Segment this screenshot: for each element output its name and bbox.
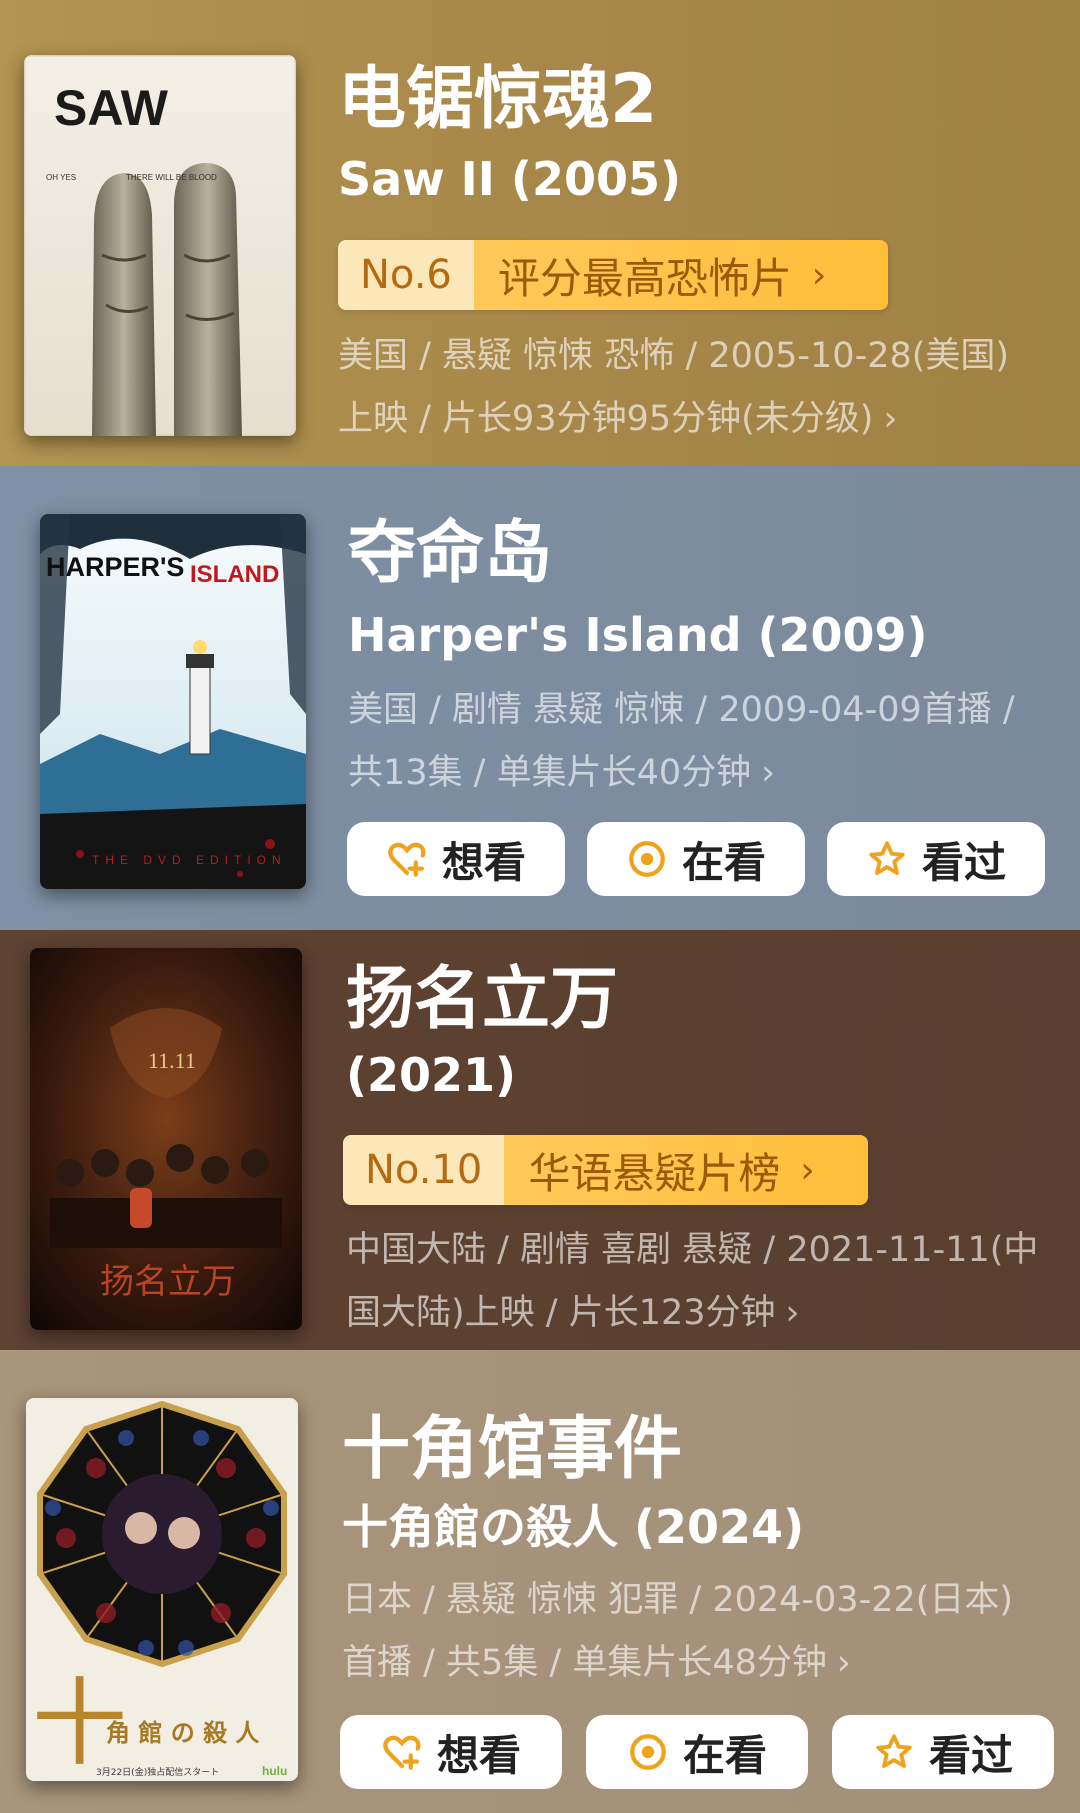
ymlw-poster-calligraphy: 扬名立万: [100, 1262, 236, 1302]
decagon-poster-art: 十 角 館 の 殺 人 hulu 3月22日(金)独占配信スタート: [26, 1398, 298, 1781]
rank-label-text: 评分最高恐怖片: [497, 253, 792, 303]
want-to-watch-button[interactable]: 想看: [340, 1715, 562, 1789]
saw-poster-art: SAW OH YES THERE WILL BE BLOOD: [24, 55, 296, 436]
movie-meta[interactable]: 美国 / 剧情 悬疑 惊悚 / 2009-04-09首播 / 共13集 / 单集…: [348, 679, 1028, 805]
watching-label: 在看: [682, 1730, 767, 1780]
want-to-watch-label: 想看: [441, 837, 526, 887]
watched-label: 看过: [928, 1730, 1013, 1780]
movie-card-saw2[interactable]: SAW OH YES THERE WILL BE BLOOD 电锯惊魂2 Saw…: [0, 0, 1080, 466]
harpers-poster-art: HARPER'S ISLAND THE DVD EDITION: [40, 514, 306, 889]
saw-poster-tag1: OH YES: [46, 173, 76, 182]
chevron-right-icon: ›: [836, 1643, 851, 1683]
movie-subtitle: Saw II (2005): [338, 152, 682, 206]
target-icon: [629, 841, 665, 877]
watching-button[interactable]: 在看: [587, 822, 805, 896]
watching-label: 在看: [681, 837, 766, 887]
movie-subtitle: (2021): [346, 1048, 517, 1102]
movie-subtitle: 十角館の殺人 (2024): [342, 1500, 805, 1554]
rank-label: 华语悬疑片榜 ›: [504, 1135, 868, 1205]
want-to-watch-label: 想看: [436, 1730, 521, 1780]
heart-plus-icon: [383, 1735, 421, 1770]
saw-poster-tag2: THERE WILL BE BLOOD: [126, 173, 217, 182]
harpers-poster-edition: THE DVD EDITION: [92, 853, 287, 867]
ymlw-poster-date: 11.11: [148, 1048, 196, 1073]
rank-number: No.10: [343, 1135, 505, 1205]
rank-label: 评分最高恐怖片 ›: [473, 240, 888, 310]
chevron-right-icon: ›: [811, 254, 827, 296]
action-buttons: 想看 在看 看过: [347, 822, 1045, 896]
movie-subtitle: Harper's Island (2009): [348, 608, 928, 662]
movie-meta-text: 美国 / 悬疑 惊悚 恐怖 / 2005-10-28(美国)上映 / 片长93分…: [338, 336, 1010, 439]
heart-plus-icon: [388, 842, 426, 877]
poster-harpers-island[interactable]: HARPER'S ISLAND THE DVD EDITION: [40, 514, 306, 889]
rank-number: No.6: [338, 240, 474, 310]
movie-meta[interactable]: 中国大陆 / 剧情 喜剧 悬疑 / 2021-11-11(中国大陆)上映 / 片…: [346, 1219, 1046, 1345]
watched-label: 看过: [921, 837, 1006, 887]
ymlw-poster-art: 11.11 扬名立万: [30, 948, 302, 1330]
watched-button[interactable]: 看过: [832, 1715, 1054, 1789]
rank-badge[interactable]: No.10 华语悬疑片榜 ›: [343, 1135, 868, 1205]
movie-card-harpers-island[interactable]: HARPER'S ISLAND THE DVD EDITION 夺命岛 Harp…: [0, 466, 1080, 930]
want-to-watch-button[interactable]: 想看: [347, 822, 565, 896]
chevron-right-icon: ›: [883, 399, 898, 439]
chevron-right-icon: ›: [761, 753, 776, 793]
star-icon: [876, 1734, 912, 1768]
movie-meta-text: 日本 / 悬疑 惊悚 犯罪 / 2024-03-22(日本)首播 / 共5集 /…: [342, 1580, 1014, 1683]
poster-decagon-house[interactable]: 十 角 館 の 殺 人 hulu 3月22日(金)独占配信スタート: [26, 1398, 298, 1781]
movie-title[interactable]: 十角馆事件: [342, 1410, 682, 1490]
decagon-poster-title: 角 館 の 殺 人: [106, 1718, 259, 1747]
decagon-poster-brand: hulu: [262, 1764, 287, 1778]
target-icon: [630, 1734, 666, 1770]
movie-title[interactable]: 夺命岛: [348, 514, 552, 594]
decagon-poster-release: 3月22日(金)独占配信スタート: [96, 1766, 219, 1778]
rank-label-text: 华语悬疑片榜: [528, 1148, 781, 1198]
star-icon: [869, 841, 905, 875]
movie-title[interactable]: 扬名立万: [346, 960, 618, 1040]
chevron-right-icon: ›: [785, 1293, 800, 1333]
movie-meta[interactable]: 日本 / 悬疑 惊悚 犯罪 / 2024-03-22(日本)首播 / 共5集 /…: [342, 1569, 1032, 1695]
movie-meta[interactable]: 美国 / 悬疑 惊悚 恐怖 / 2005-10-28(美国)上映 / 片长93分…: [338, 325, 1018, 451]
movie-card-decagon-house[interactable]: 十 角 館 の 殺 人 hulu 3月22日(金)独占配信スタート 十角馆事件 …: [0, 1350, 1080, 1813]
movie-meta-text: 美国 / 剧情 悬疑 惊悚 / 2009-04-09首播 / 共13集 / 单集…: [348, 690, 1015, 793]
movie-card-yangmingliwan[interactable]: 11.11 扬名立万 扬名立万 (2021) No.10 华语悬疑片榜 › 中国…: [0, 930, 1080, 1350]
poster-yangmingliwan[interactable]: 11.11 扬名立万: [30, 948, 302, 1330]
saw-poster-logo: SAW: [54, 80, 169, 136]
rank-badge[interactable]: No.6 评分最高恐怖片 ›: [338, 240, 888, 310]
movie-meta-text: 中国大陆 / 剧情 喜剧 悬疑 / 2021-11-11(中国大陆)上映 / 片…: [346, 1230, 1039, 1333]
watching-button[interactable]: 在看: [586, 1715, 808, 1789]
harpers-poster-logo-a: HARPER'S: [46, 552, 184, 582]
poster-saw2[interactable]: SAW OH YES THERE WILL BE BLOOD: [24, 55, 296, 436]
movie-title[interactable]: 电锯惊魂2: [338, 60, 657, 140]
watched-button[interactable]: 看过: [827, 822, 1045, 896]
harpers-poster-logo-b: ISLAND: [190, 561, 279, 588]
action-buttons: 想看 在看 看过: [340, 1715, 1054, 1789]
chevron-right-icon: ›: [800, 1149, 815, 1191]
